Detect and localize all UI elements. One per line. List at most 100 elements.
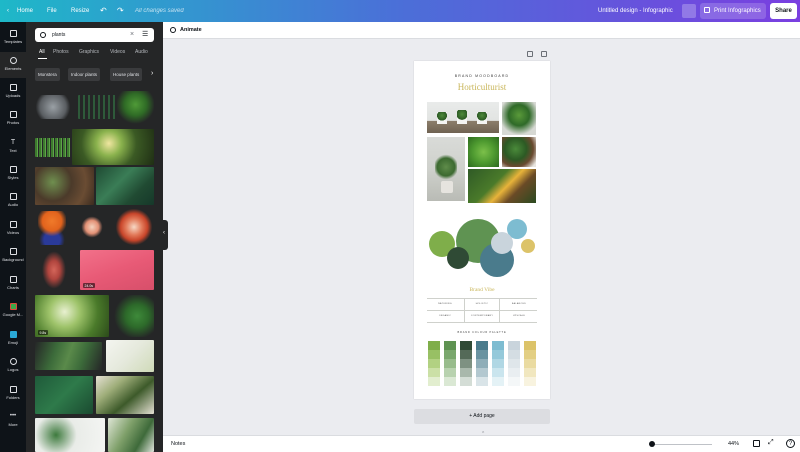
undo-icon[interactable]: ↶ — [100, 0, 107, 22]
shelf-plants-photo[interactable] — [427, 102, 499, 133]
zoom-level[interactable]: 44% — [728, 441, 739, 447]
pot-plant — [437, 112, 447, 124]
rail-item-audio[interactable]: Audio — [0, 188, 26, 214]
rail-item-logos[interactable]: Logos — [0, 353, 26, 379]
palette-swatch-grey[interactable] — [508, 341, 520, 386]
page-grid-icon[interactable] — [753, 440, 760, 447]
rail-item-videos[interactable]: Videos — [0, 216, 26, 242]
design-title: Horticulturist — [457, 82, 507, 92]
templates-icon — [9, 30, 17, 37]
duplicate-page-icon[interactable] — [527, 51, 533, 57]
rail-item-charts[interactable]: Charts — [0, 271, 26, 297]
palette-swatch-teal[interactable] — [476, 341, 488, 386]
orange-plant-graphic-thumb[interactable] — [38, 211, 66, 245]
help-icon[interactable]: ? — [786, 439, 795, 448]
animate-icon[interactable] — [170, 27, 176, 33]
infographic-page[interactable]: BRAND MOODBOARD Horticulturist Brand Vib… — [414, 61, 550, 399]
filter-icon[interactable]: ☰ — [142, 28, 148, 42]
rail-item-emoji[interactable]: Emoji — [0, 326, 26, 352]
chip-monstera[interactable]: Monstera — [35, 68, 60, 81]
sprout-photo-thumb[interactable] — [72, 129, 154, 165]
tree-pot — [441, 181, 453, 193]
tab-audio[interactable]: Audio — [135, 49, 148, 55]
add-page-icon[interactable] — [541, 51, 547, 57]
fullscreen-icon[interactable]: ⤢ — [768, 439, 774, 447]
print-infographics-button[interactable]: Print Infographics — [700, 3, 766, 19]
leaves-video-thumb[interactable]: 9.8s — [35, 295, 109, 337]
plant-shadow-thumb[interactable] — [108, 418, 154, 452]
share-button[interactable]: Share — [770, 3, 797, 19]
search-input[interactable]: plants × ☰ — [35, 28, 154, 42]
palette-swatch-light-green[interactable] — [428, 341, 440, 386]
zoom-slider-handle[interactable] — [649, 441, 655, 447]
tab-all[interactable]: All — [39, 49, 45, 55]
left-rail: Templates Elements Uploads Photos T Text … — [0, 22, 26, 452]
design-canvas: BRAND MOODBOARD Horticulturist Brand Vib… — [163, 39, 800, 437]
succulents-white-thumb[interactable] — [35, 418, 105, 452]
leaves-photo-thumb[interactable] — [96, 167, 154, 205]
red-leaf-graphic-thumb[interactable] — [40, 248, 68, 292]
rail-item-background[interactable]: Background — [0, 243, 26, 269]
pink-droplets-video-thumb[interactable]: 24.0s — [80, 250, 154, 290]
potted-plant-thumb[interactable] — [117, 91, 154, 125]
pot-plant — [457, 110, 467, 124]
star-flower-graphic-thumb[interactable] — [114, 209, 154, 245]
grass-graphic-thumb[interactable] — [35, 138, 71, 157]
zoom-slider-track[interactable] — [650, 444, 712, 445]
gardener-photo[interactable] — [468, 169, 536, 203]
tropical-leaves-thumb[interactable] — [35, 376, 93, 414]
vibe-word: CONTEMPORARY — [464, 311, 500, 322]
flower-graphic-thumb[interactable] — [81, 215, 103, 239]
rail-item-elements[interactable]: Elements — [0, 52, 26, 78]
presentation-icon[interactable] — [682, 4, 696, 18]
ivy-graphic-thumb[interactable] — [112, 295, 154, 337]
back-chevron-icon[interactable]: ‹ — [7, 0, 9, 22]
color-circles-graphic[interactable] — [414, 211, 550, 281]
palm-plant-photo[interactable] — [502, 102, 536, 135]
save-status: All changes saved — [135, 8, 184, 14]
document-title[interactable]: Untitled design - Infographic — [598, 0, 673, 22]
rail-item-google-maps[interactable]: Google M... — [0, 298, 26, 324]
leaf-on-white-thumb[interactable] — [106, 340, 154, 372]
rail-item-uploads[interactable]: Uploads — [0, 79, 26, 105]
add-page-button[interactable]: + Add page — [414, 409, 550, 424]
notes-button[interactable]: Notes — [171, 441, 185, 447]
animate-button[interactable]: Animate — [180, 27, 202, 33]
succulents-photo-thumb[interactable] — [35, 167, 94, 205]
tab-graphics[interactable]: Graphics — [79, 49, 99, 55]
chips-next-chevron-icon[interactable]: › — [151, 70, 153, 77]
palette-swatch-sky-blue[interactable] — [492, 341, 504, 386]
rail-item-photos[interactable]: Photos — [0, 106, 26, 132]
tab-videos[interactable]: Videos — [110, 49, 125, 55]
clear-search-icon[interactable]: × — [130, 28, 134, 42]
circle-light-grey — [491, 232, 513, 254]
charts-icon — [9, 276, 17, 283]
chip-house-plants[interactable]: House plants — [110, 68, 143, 81]
fern-graphic-thumb[interactable] — [35, 342, 102, 370]
rail-item-templates[interactable]: Templates — [0, 25, 26, 51]
plant-graphic-thumb[interactable] — [35, 95, 71, 119]
suggestion-chips: Monstera Indoor plants House plants › — [35, 68, 163, 81]
palette-swatch-gold[interactable] — [524, 341, 536, 386]
palette-swatch-dark-green[interactable] — [460, 341, 472, 386]
rail-item-more[interactable]: ••• More — [0, 408, 26, 434]
text-icon: T — [10, 139, 16, 146]
elements-icon — [9, 57, 17, 64]
file-menu[interactable]: File — [47, 0, 57, 22]
palm-leaves-thumb[interactable] — [96, 376, 154, 414]
leaf-closeup-photo[interactable] — [468, 137, 499, 167]
brand-vibe-title: Brand Vibe — [469, 287, 495, 293]
resize-button[interactable]: Resize — [71, 0, 89, 22]
rail-item-styles[interactable]: Styles — [0, 161, 26, 187]
plant-stand-photo[interactable] — [502, 137, 536, 167]
chip-indoor-plants[interactable]: Indoor plants — [68, 68, 101, 81]
redo-icon[interactable]: ↷ — [117, 0, 124, 22]
rail-item-folders[interactable]: Folders — [0, 381, 26, 407]
bottom-bar: Notes 44% ⤢ ? — [163, 435, 800, 452]
tab-photos[interactable]: Photos — [53, 49, 69, 55]
plant-graphic-thumb[interactable] — [78, 95, 118, 119]
potted-tree-photo[interactable] — [427, 137, 465, 201]
home-button[interactable]: Home — [17, 0, 33, 22]
rail-item-text[interactable]: T Text — [0, 134, 26, 160]
palette-swatch-green[interactable] — [444, 341, 456, 386]
